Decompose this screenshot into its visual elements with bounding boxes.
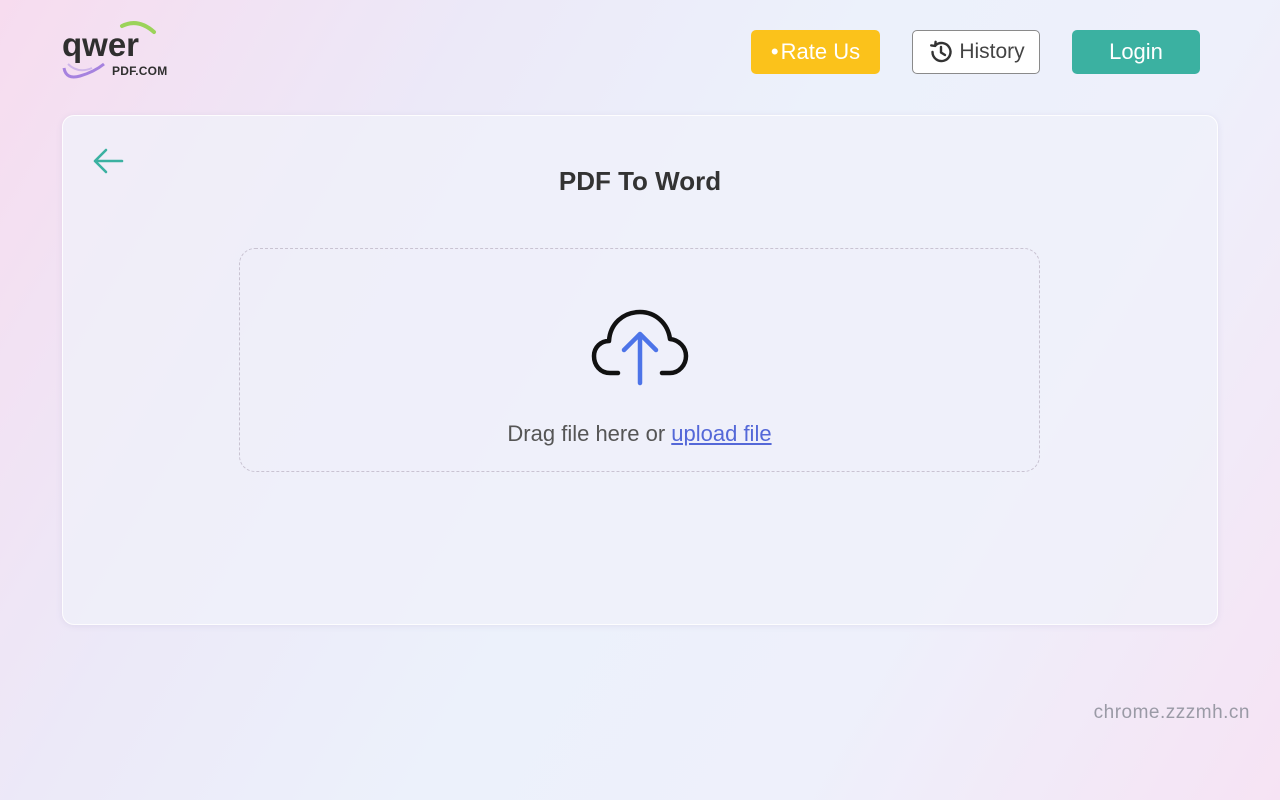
logo-swoosh-icon (62, 62, 105, 79)
page-title: PDF To Word (558, 166, 722, 196)
logo-subtext: PDF.COM (112, 64, 168, 78)
history-button[interactable]: History (912, 30, 1040, 74)
rate-us-button[interactable]: • Rate Us (751, 30, 880, 74)
login-label: Login (1109, 39, 1163, 64)
dropzone-text: Drag file here or upload file (240, 421, 1039, 447)
file-dropzone[interactable]: Drag file here or upload file (239, 248, 1040, 472)
watermark: chrome.zzzmh.cn (1093, 702, 1250, 723)
history-label: History (959, 40, 1025, 63)
drop-hint: Drag file here or (507, 421, 672, 446)
rate-us-label: Rate Us (780, 39, 861, 64)
converter-card: PDF To Word Drag file here or upload fil… (62, 115, 1218, 625)
history-clock-icon (930, 40, 952, 63)
cloud-upload-icon (591, 309, 689, 386)
login-button[interactable]: Login (1072, 30, 1200, 74)
upload-file-link[interactable]: upload file (671, 421, 771, 446)
logo[interactable]: qwer PDF.COM (60, 20, 190, 86)
rate-dot: • (770, 39, 779, 64)
